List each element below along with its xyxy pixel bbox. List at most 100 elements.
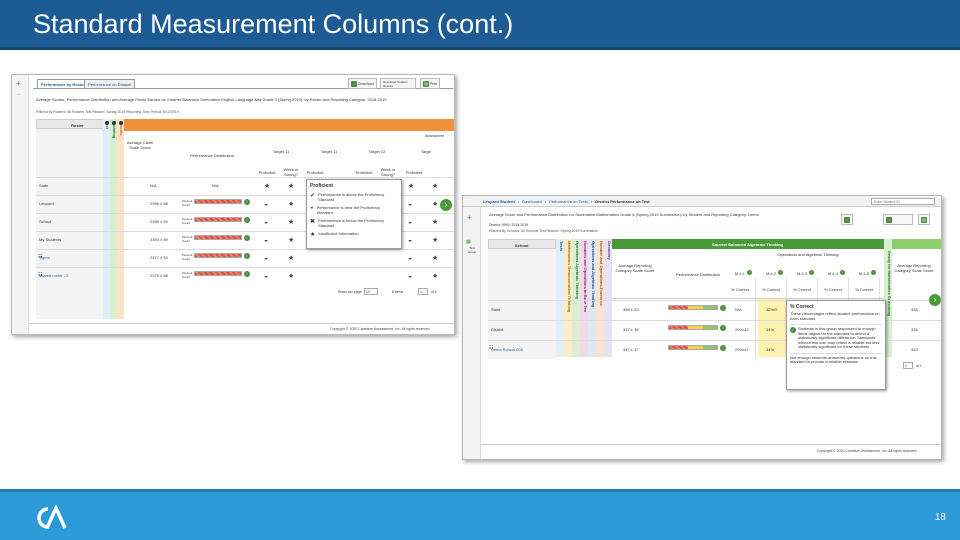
roster-icon[interactable]: ☷ <box>38 272 42 279</box>
half-circle-icon: ◒ <box>310 205 314 211</box>
proficient-subheader[interactable]: Proficient <box>255 170 279 175</box>
info-icon[interactable]: i <box>871 270 876 275</box>
roster-icon[interactable]: ☷ <box>38 254 42 261</box>
footer-divider <box>481 444 941 445</box>
avg-reporting-category-header-right[interactable]: Average Reporting Category Scale Score <box>894 263 934 273</box>
performance-bar[interactable] <box>668 305 718 310</box>
star-icon: ★ <box>288 183 295 190</box>
info-icon[interactable]: i <box>720 325 726 331</box>
performance-bar[interactable] <box>194 217 242 222</box>
tab-performance-on-dataset[interactable]: Performance on Dataset <box>84 79 136 88</box>
breadcrumb-item[interactable]: Performance on Tests <box>549 199 588 204</box>
percent-cell: 29%/42 <box>735 347 749 352</box>
print-button[interactable]: ▤ Print <box>420 78 441 89</box>
breadcrumb-item[interactable]: Leopard Student <box>483 199 515 204</box>
info-icon[interactable]: i <box>720 345 726 351</box>
star-icon: ★ <box>288 255 295 262</box>
weak-strong-subheader[interactable]: Week or Strong? <box>376 167 400 177</box>
add-icon[interactable]: + <box>467 213 472 222</box>
test-group-label: Test Group <box>467 246 477 254</box>
percent-correct-subheader[interactable]: % Correct <box>787 287 817 292</box>
download-button[interactable]: ↓ <box>841 214 853 225</box>
tooltip-line: These percentages reflect student perfor… <box>790 311 880 321</box>
star-icon: ★ <box>288 219 295 226</box>
star-icon: ★ <box>432 219 439 226</box>
info-icon[interactable]: i <box>244 271 250 277</box>
row-score: 2396 ± 59 <box>150 219 168 224</box>
info-icon[interactable]: i <box>747 270 752 275</box>
slide-title: Standard Measurement Columns (cont.) <box>33 9 514 39</box>
assessment-band <box>124 119 454 131</box>
add-icon[interactable]: + <box>16 79 21 88</box>
download-student-results-button[interactable]: Download Student Results <box>380 78 416 89</box>
avg-reporting-category-header[interactable]: Average Reporting Category Scale Score <box>615 263 655 273</box>
performance-bar[interactable] <box>194 271 242 276</box>
tab-performance-by-roster[interactable]: Performance by Roster <box>37 79 90 88</box>
rows-per-page-select[interactable]: 10 <box>364 288 378 295</box>
half-circle-icon: ◒ <box>408 201 413 208</box>
row-name: My Students <box>39 237 62 242</box>
next-arrow-button[interactable]: › <box>440 199 452 211</box>
download-icon: ↓ <box>886 216 892 223</box>
avg-claim-scale-score-header[interactable]: Average Claim Scale Score <box>125 140 155 150</box>
target-header-2[interactable]: Target 11 <box>305 149 353 154</box>
right-score: 335 <box>911 327 918 332</box>
arrow-icon[interactable]: → <box>16 91 21 97</box>
info-icon[interactable]: i <box>840 270 845 275</box>
school-header[interactable]: School <box>488 239 556 249</box>
footer-divider <box>29 323 454 324</box>
report-subdescription: District: 9999, 2018-2019 <box>489 223 529 227</box>
star-icon: ★ <box>288 201 295 208</box>
info-icon[interactable]: i <box>809 270 814 275</box>
proficient-subheader[interactable]: Proficient <box>303 170 327 175</box>
print-button[interactable]: ▤ <box>918 214 930 225</box>
breadcrumb-separator: › <box>544 199 547 204</box>
percent-correct-subheader[interactable]: % Correct <box>849 287 879 292</box>
half-circle-icon: ◒ <box>264 219 269 226</box>
breadcrumb-separator: › <box>517 199 520 204</box>
operations-algebraic-thinking-header[interactable]: Operations and Algebraic Thinking <box>763 252 853 257</box>
info-icon[interactable]: i <box>244 253 250 259</box>
weak-strong-subheader[interactable]: Week or Strong? <box>279 167 303 177</box>
row-distribution-label: Percent Count <box>182 271 193 279</box>
performance-bar[interactable] <box>194 253 242 258</box>
row-distribution-label: Percent Count <box>182 235 193 243</box>
target-header-3[interactable]: Target 12 <box>353 149 401 154</box>
info-icon[interactable]: i <box>244 217 250 223</box>
title-bar: Standard Measurement Columns (cont.) <box>0 0 960 50</box>
row-name[interactable]: shared roster - 2 <box>39 273 68 278</box>
page-input[interactable]: 1 <box>418 288 428 295</box>
half-circle-icon: ◒ <box>264 237 269 244</box>
performance-bar[interactable] <box>668 325 718 330</box>
download-button[interactable]: ↓ Download <box>348 78 377 89</box>
target-header-1[interactable]: Target 11 <box>257 149 305 154</box>
performance-distribution-header[interactable]: Performance Distribution <box>172 153 252 158</box>
copyright: Copyright © 2020 Cambium Assessment, Inc… <box>330 327 431 331</box>
student-id-search-input[interactable] <box>871 198 935 205</box>
percent-correct-subheader[interactable]: % Correct <box>725 287 755 292</box>
row-name: School <box>39 219 52 224</box>
info-icon[interactable]: i <box>778 270 783 275</box>
breadcrumb-item[interactable]: Dashboard <box>522 199 542 204</box>
test-group-icon[interactable]: ▦ <box>466 239 471 245</box>
percent-correct-subheader[interactable]: % Correct <box>818 287 848 292</box>
target-header-4[interactable]: Targe <box>401 149 451 154</box>
next-arrow-button[interactable]: › <box>929 294 941 306</box>
performance-bar[interactable] <box>194 199 242 204</box>
proficient-subheader[interactable]: Proficient <box>402 170 426 175</box>
tooltip-title: % Correct <box>790 304 814 310</box>
download-student-results-button[interactable]: ↓ <box>883 214 913 225</box>
percent-correct-subheader[interactable]: % Correct <box>756 287 786 292</box>
row-name[interactable]: Demo School 009 <box>491 347 523 352</box>
info-icon[interactable]: i <box>244 199 250 205</box>
performance-bar[interactable] <box>668 345 718 350</box>
info-icon[interactable]: i <box>244 235 250 241</box>
info-icon[interactable]: i <box>720 305 726 311</box>
star-icon: ★ <box>432 255 439 262</box>
proficient-subheader[interactable]: Proficient <box>352 170 376 175</box>
footer-bar: 18 <box>0 489 960 540</box>
half-circle-icon: ◒ <box>264 255 269 262</box>
performance-bar[interactable] <box>194 235 242 240</box>
school-icon[interactable]: ☷ <box>489 345 493 352</box>
page-input[interactable]: 1 <box>903 362 913 369</box>
